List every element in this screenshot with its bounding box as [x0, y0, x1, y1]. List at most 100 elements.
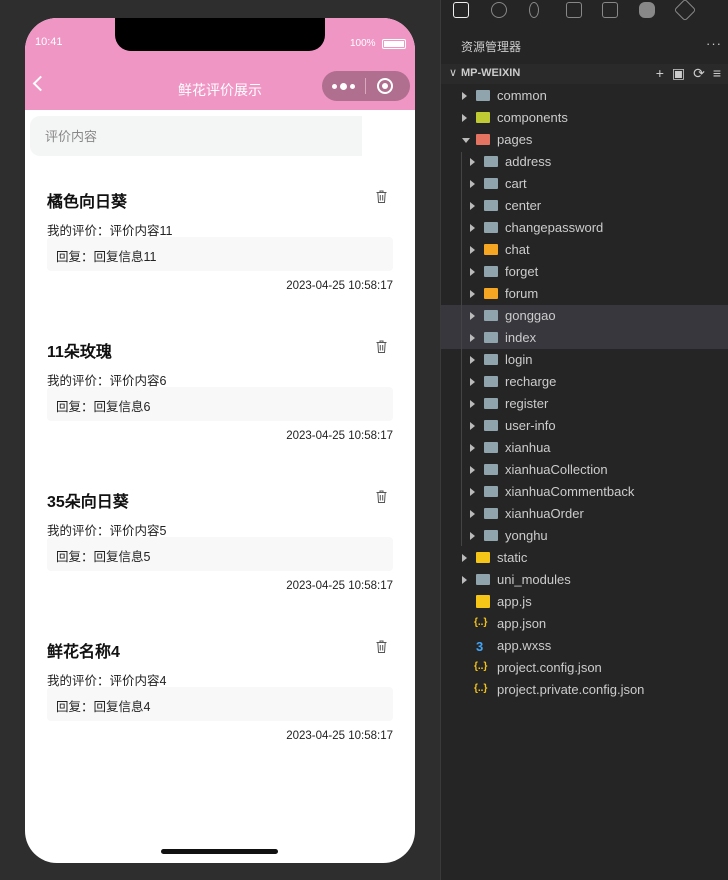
tree-item-label: cart — [505, 176, 527, 191]
tree-item-app-js[interactable]: app.js — [441, 591, 728, 613]
tree-item-project-config-json[interactable]: {..} project.config.json — [441, 657, 728, 679]
more-icon[interactable] — [332, 83, 355, 90]
tree-item-label: user-info — [505, 418, 556, 433]
storage-icon[interactable] — [602, 2, 618, 18]
tree-item-static[interactable]: static — [441, 547, 728, 569]
close-miniprogram-icon[interactable] — [377, 78, 393, 94]
tree-item-xianhuaorder[interactable]: xianhuaOrder — [441, 503, 728, 525]
chevron-down-icon: ∨ — [449, 67, 458, 79]
chevron-right-icon — [470, 510, 475, 518]
chevron-right-icon — [462, 576, 467, 584]
tree-item-xianhuacommentback[interactable]: xianhuaCommentback — [441, 481, 728, 503]
json-file-icon: {..} — [474, 683, 488, 694]
source-control-icon[interactable] — [529, 2, 539, 18]
chevron-right-icon — [470, 378, 475, 386]
chevron-right-icon — [470, 488, 475, 496]
explorer-title: 资源管理器 — [461, 40, 522, 54]
comment-date: 2023-04-25 10:58:17 — [286, 430, 393, 442]
tree-item-components[interactable]: components — [441, 107, 728, 129]
folder-icon — [476, 134, 490, 145]
project-header[interactable]: ∨ MP-WEIXIN +▣⟳≡ — [441, 64, 728, 84]
search-icon[interactable] — [491, 2, 507, 18]
tree-item-register[interactable]: register — [441, 393, 728, 415]
tree-item-label: xianhuaCommentback — [505, 484, 635, 499]
tree-item-xianhua[interactable]: xianhua — [441, 437, 728, 459]
tree-item-label: yonghu — [505, 528, 548, 543]
tree-item-cart[interactable]: cart — [441, 173, 728, 195]
tree-item-label: index — [505, 330, 537, 345]
folder-icon — [484, 310, 498, 321]
folder-icon — [484, 156, 498, 167]
tree-item-label: components — [497, 110, 568, 125]
tree-item-login[interactable]: login — [441, 349, 728, 371]
tree-item-label: xianhuaCollection — [505, 462, 608, 477]
tree-item-index[interactable]: index — [441, 327, 728, 349]
folder-icon — [484, 376, 498, 387]
tree-item-address[interactable]: address — [441, 151, 728, 173]
trash-icon[interactable] — [376, 640, 387, 653]
tree-item-forget[interactable]: forget — [441, 261, 728, 283]
tree-item-label: uni_modules — [497, 572, 571, 587]
tree-item-label: center — [505, 198, 542, 213]
tree-item-pages[interactable]: pages — [441, 129, 728, 151]
tree-item-label: project.private.config.json — [497, 682, 645, 697]
chevron-right-icon — [470, 290, 475, 298]
trash-icon[interactable] — [376, 490, 387, 503]
tree-item-uni-modules[interactable]: uni_modules — [441, 569, 728, 591]
capsule-menu — [322, 71, 410, 101]
tree-item-label: xianhuaOrder — [505, 506, 584, 521]
chevron-right-icon — [470, 532, 475, 540]
chevron-right-icon — [470, 312, 475, 320]
project-name: MP-WEIXIN — [461, 67, 521, 79]
folder-icon — [484, 266, 498, 277]
battery-icon — [382, 39, 406, 49]
tree-item-label: pages — [497, 132, 533, 147]
chevron-right-icon — [470, 268, 475, 276]
tree-item-yonghu[interactable]: yonghu — [441, 525, 728, 547]
tree-item-center[interactable]: center — [441, 195, 728, 217]
tree-item-label: forum — [505, 286, 539, 301]
folder-icon — [484, 288, 498, 299]
trash-icon[interactable] — [376, 340, 387, 353]
tree-item-forum[interactable]: forum — [441, 283, 728, 305]
explorer-icon[interactable] — [453, 2, 469, 18]
flower-name: 鲜花名称4 — [47, 644, 120, 661]
reply-box: 回复：回复信息4 — [47, 687, 393, 721]
tree-item-recharge[interactable]: recharge — [441, 371, 728, 393]
explorer-tools[interactable]: +▣⟳≡ — [656, 65, 728, 82]
tree-item-app-json[interactable]: {..} app.json — [441, 613, 728, 635]
search-input[interactable] — [30, 116, 362, 156]
js-file-icon — [476, 595, 490, 608]
notch — [115, 18, 325, 51]
chevron-right-icon — [462, 554, 467, 562]
trash-icon[interactable] — [376, 190, 387, 203]
tree-item-label: project.config.json — [497, 660, 602, 675]
docker-icon[interactable] — [639, 2, 655, 18]
tree-item-chat[interactable]: chat — [441, 239, 728, 261]
nav-bar: 10:41 100% 鲜花评价展示 — [25, 18, 415, 110]
chevron-right-icon — [470, 334, 475, 342]
tree-item-label: chat — [505, 242, 530, 257]
tree-item-project-private-config-json[interactable]: {..} project.private.config.json — [441, 679, 728, 701]
folder-icon — [484, 178, 498, 189]
tree-item-gonggao[interactable]: gonggao — [441, 305, 728, 327]
chevron-right-icon — [470, 158, 475, 166]
tree-item-common[interactable]: common — [441, 85, 728, 107]
json-file-icon: {..} — [474, 661, 488, 672]
tree-item-label: recharge — [505, 374, 557, 389]
flower-name: 35朵向日葵 — [47, 494, 129, 511]
tree-item-user-info[interactable]: user-info — [441, 415, 728, 437]
tree-item-xianhuacollection[interactable]: xianhuaCollection — [441, 459, 728, 481]
folder-icon — [484, 332, 498, 343]
tree-item-app-wxss[interactable]: 3 app.wxss — [441, 635, 728, 657]
css-file-icon: 3 — [476, 639, 484, 654]
tree-item-label: login — [505, 352, 533, 367]
json-file-icon: {..} — [474, 617, 488, 628]
folder-icon — [484, 420, 498, 431]
chevron-right-icon — [470, 246, 475, 254]
more-actions-button[interactable]: ··· — [706, 36, 722, 51]
tree-item-changepassword[interactable]: changepassword — [441, 217, 728, 239]
extensions-icon[interactable] — [566, 2, 582, 18]
tree-item-label: address — [505, 154, 552, 169]
remote-icon[interactable] — [673, 0, 697, 22]
